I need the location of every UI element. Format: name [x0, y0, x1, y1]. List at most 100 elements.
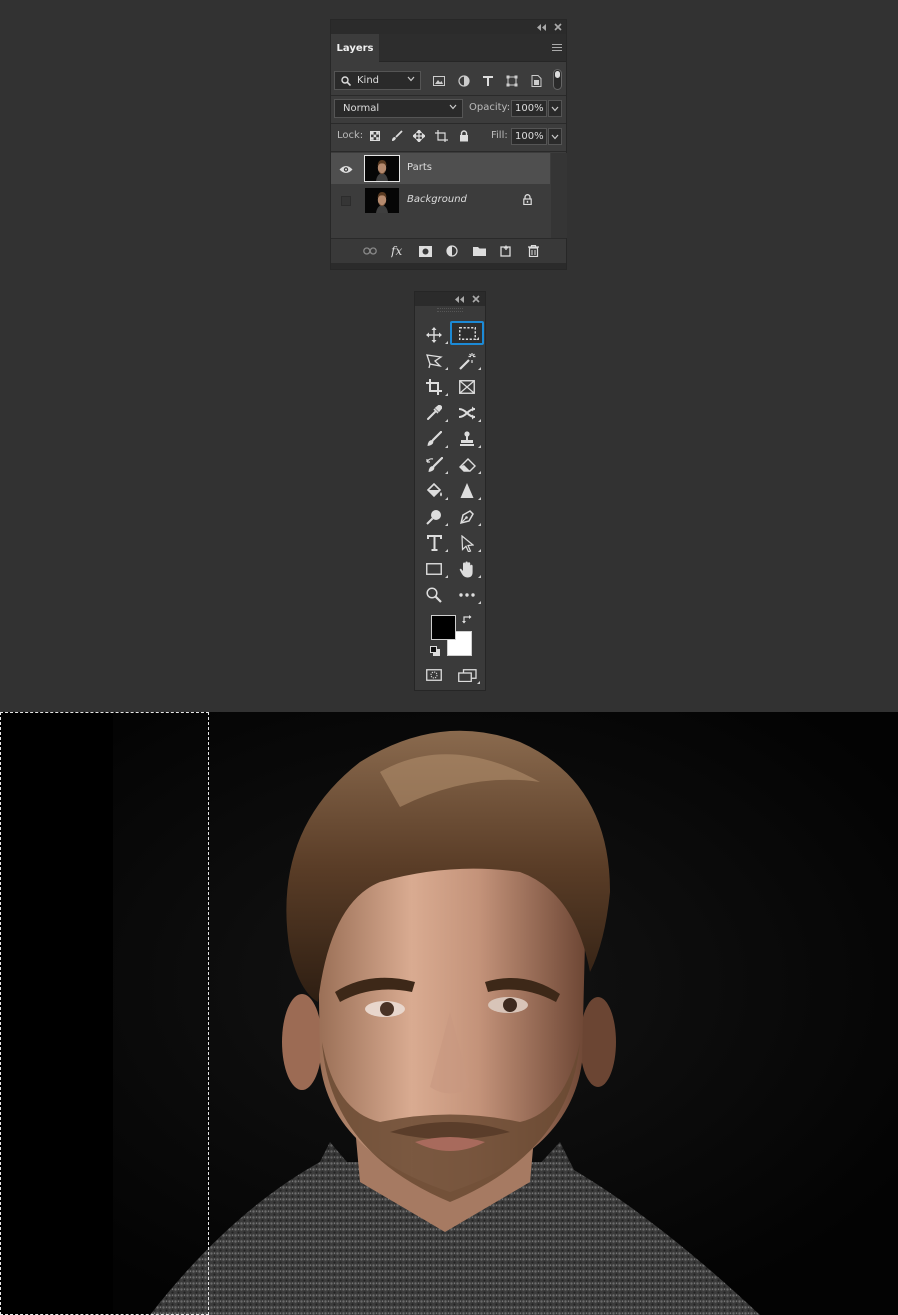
quick-mask-icon[interactable] [425, 668, 443, 682]
magic-wand-tool[interactable] [450, 349, 484, 373]
tool-flyout-indicator [445, 575, 448, 578]
type-tool[interactable] [417, 531, 451, 555]
tool-flyout-indicator [445, 341, 448, 344]
panel-title-strip [331, 20, 566, 34]
swap-colors-icon[interactable] [460, 612, 474, 626]
brush-tool[interactable] [417, 427, 451, 451]
layers-list: Parts Background [331, 153, 551, 238]
eye-icon[interactable] [338, 162, 354, 176]
tool-flyout-indicator [445, 523, 448, 526]
screen-mode-icon[interactable] [456, 668, 480, 684]
scrollbar[interactable] [551, 153, 567, 238]
tool-flyout-indicator [478, 471, 481, 474]
layer-row-background[interactable]: Background [331, 185, 550, 216]
crop-tool[interactable] [417, 375, 451, 399]
shape-filter-icon[interactable] [504, 73, 520, 89]
tool-flyout-indicator [478, 367, 481, 370]
opacity-label: Opacity: [469, 102, 511, 113]
zoom-tool[interactable] [417, 583, 451, 607]
fill-field[interactable]: 100% [511, 128, 547, 145]
tab-bar: Layers [331, 34, 566, 63]
filter-toggle[interactable] [553, 69, 562, 90]
blend-mode-value: Normal [343, 103, 380, 114]
tool-flyout-indicator [445, 419, 448, 422]
default-colors-icon[interactable] [429, 645, 441, 657]
lock-transparent-icon[interactable] [367, 128, 383, 144]
collapse-icon[interactable] [535, 22, 547, 32]
kind-filter-dropdown[interactable]: Kind [334, 71, 421, 90]
dodge-tool[interactable] [417, 505, 451, 529]
smart-object-filter-icon[interactable] [528, 73, 544, 89]
layers-action-bar: fx [331, 238, 566, 263]
image-filter-icon[interactable] [431, 73, 447, 89]
healing-brush-tool[interactable] [450, 401, 484, 425]
opacity-chevron-icon[interactable] [548, 100, 562, 117]
rectangle-tool[interactable] [417, 557, 451, 581]
chevron-down-icon [449, 104, 457, 110]
history-brush-tool[interactable] [417, 453, 451, 477]
link-layers-icon[interactable] [362, 243, 378, 259]
tool-flyout-indicator [445, 549, 448, 552]
hand-tool[interactable] [450, 557, 484, 581]
tool-flyout-indicator [476, 337, 479, 340]
panel-menu-icon[interactable] [552, 43, 562, 52]
layer-row-parts[interactable]: Parts [331, 153, 550, 184]
lock-artboard-icon[interactable] [433, 128, 449, 144]
clone-stamp-tool[interactable] [450, 427, 484, 451]
document-canvas[interactable] [0, 712, 898, 1315]
toolbar-title-strip [415, 292, 485, 306]
type-filter-icon[interactable] [480, 73, 496, 89]
divider [331, 95, 566, 96]
delete-layer-icon[interactable] [525, 243, 541, 259]
pen-tool[interactable] [450, 505, 484, 529]
kind-label: Kind [357, 75, 380, 86]
collapse-icon[interactable] [453, 294, 465, 304]
fill-label: Fill: [491, 130, 508, 141]
polygonal-lasso-tool[interactable] [417, 349, 451, 373]
close-icon[interactable] [552, 22, 564, 32]
layer-name[interactable]: Background [407, 194, 467, 205]
opacity-field[interactable]: 100% [511, 100, 547, 117]
tab-layers[interactable]: Layers [331, 34, 379, 63]
layer-name[interactable]: Parts [407, 162, 432, 173]
layer-thumbnail [365, 188, 399, 213]
foreground-color-swatch[interactable] [431, 615, 456, 640]
add-mask-icon[interactable] [417, 243, 433, 259]
divider [331, 151, 566, 152]
drag-grip[interactable] [437, 308, 463, 312]
move-tool[interactable] [417, 323, 451, 347]
tool-flyout-indicator [478, 575, 481, 578]
tool-flyout-indicator [445, 497, 448, 500]
eyedropper-tool[interactable] [417, 401, 451, 425]
search-icon [341, 76, 351, 86]
new-layer-icon[interactable] [498, 243, 514, 259]
blur-tool[interactable] [450, 479, 484, 503]
layers-panel: Layers Kind Normal Opacity: 100% Lock: F… [330, 19, 567, 270]
lock-position-icon[interactable] [411, 128, 427, 144]
tools-panel [414, 291, 486, 691]
more-tools[interactable] [450, 583, 484, 607]
tool-flyout-indicator [445, 471, 448, 474]
close-icon[interactable] [470, 294, 482, 304]
svg-text:fx: fx [391, 244, 402, 258]
tool-flyout-indicator [478, 601, 481, 604]
paint-bucket-tool[interactable] [417, 479, 451, 503]
eraser-tool[interactable] [450, 453, 484, 477]
lock-all-icon[interactable] [456, 128, 472, 144]
adjustment-layer-icon[interactable] [444, 243, 460, 259]
frame-tool[interactable] [450, 375, 484, 399]
tool-flyout-indicator [477, 681, 480, 684]
tool-flyout-indicator [478, 497, 481, 500]
adjustment-filter-icon[interactable] [456, 73, 472, 89]
lock-label: Lock: [337, 130, 364, 141]
lock-image-icon[interactable] [389, 128, 405, 144]
path-selection-tool[interactable] [450, 531, 484, 555]
rectangular-marquee-tool[interactable] [450, 321, 484, 345]
fx-icon[interactable]: fx [390, 243, 406, 259]
blend-mode-dropdown[interactable]: Normal [334, 99, 463, 118]
visibility-toggle[interactable] [341, 196, 351, 206]
divider [331, 123, 566, 124]
new-group-icon[interactable] [471, 243, 487, 259]
lock-icon [523, 194, 532, 205]
fill-chevron-icon[interactable] [548, 128, 562, 145]
